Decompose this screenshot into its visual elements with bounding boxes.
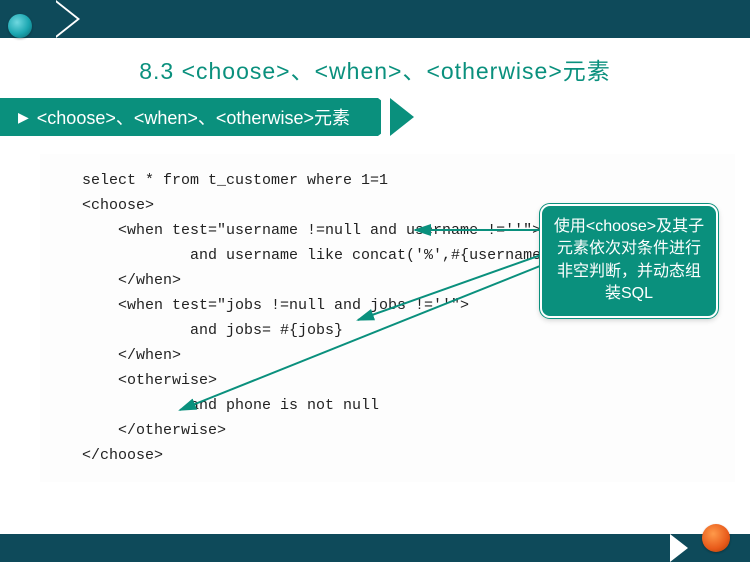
section-banner: ▶ <choose>、<when>、<otherwise>元素 (0, 98, 750, 136)
slide-title: 8.3 <choose>、<when>、<otherwise>元素 (0, 38, 750, 94)
code-line: and phone is not null (82, 393, 735, 418)
bottom-bar (0, 534, 750, 562)
chevron-decoration (56, 0, 80, 38)
callout-box: 使用<choose>及其子元素依次对条件进行非空判断，并动态组装SQL (540, 204, 718, 318)
code-line: </otherwise> (82, 418, 735, 443)
code-line: select * from t_customer where 1=1 (82, 168, 735, 193)
bullet-top-left-icon (8, 14, 32, 38)
bullet-bottom-right-icon (702, 524, 730, 552)
code-line: <otherwise> (82, 368, 735, 393)
triangle-bullet-icon: ▶ (18, 109, 29, 126)
section-label: <choose>、<when>、<otherwise>元素 (37, 104, 350, 130)
code-line: and jobs= #{jobs} (82, 318, 735, 343)
code-line: </choose> (82, 443, 735, 468)
top-bar (0, 0, 750, 38)
code-line: </when> (82, 343, 735, 368)
